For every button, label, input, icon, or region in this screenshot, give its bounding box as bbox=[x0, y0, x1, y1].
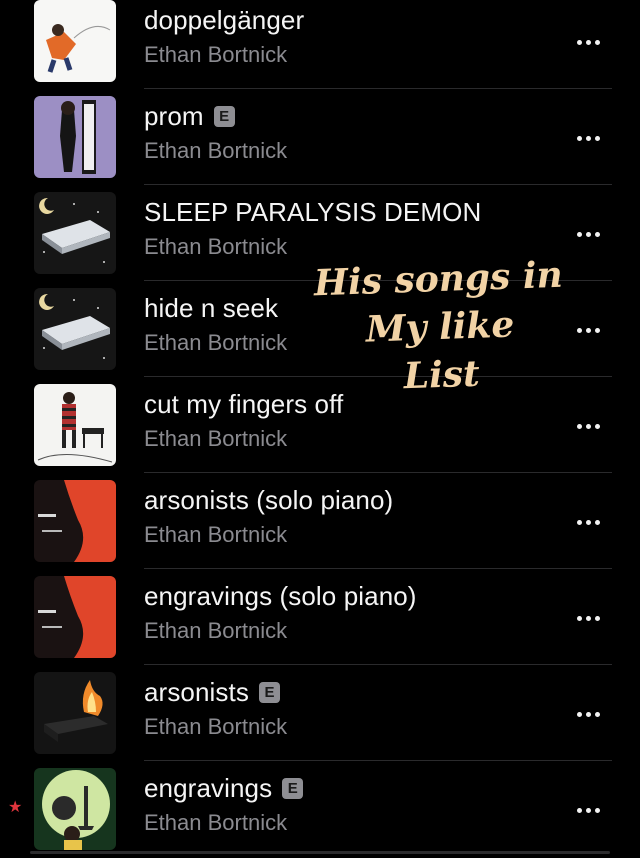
song-title: hide n seek bbox=[144, 292, 279, 323]
more-options-button[interactable] bbox=[568, 214, 608, 254]
song-artist: Ethan Bortnick bbox=[144, 330, 288, 355]
note-line: List bbox=[403, 352, 481, 398]
handwritten-note: His songs in My like List bbox=[298, 250, 583, 404]
song-title: SLEEP PARALYSIS DEMON bbox=[144, 196, 482, 227]
song-title: doppelgänger bbox=[144, 4, 305, 35]
note-line: His songs in bbox=[313, 253, 564, 305]
album-artwork bbox=[34, 96, 116, 178]
song-artist: Ethan Bortnick bbox=[144, 810, 288, 835]
song-artist: Ethan Bortnick bbox=[144, 138, 288, 163]
song-row[interactable]: prom E Ethan Bortnick bbox=[0, 90, 640, 186]
more-options-button[interactable] bbox=[568, 790, 608, 830]
song-title: engravings bbox=[144, 772, 273, 803]
song-title: arsonists bbox=[144, 676, 249, 707]
album-artwork bbox=[34, 192, 116, 274]
row-divider bbox=[144, 88, 612, 89]
song-artist: Ethan Bortnick bbox=[144, 426, 288, 451]
row-divider bbox=[144, 568, 612, 569]
explicit-badge: E bbox=[258, 681, 280, 703]
song-row[interactable]: doppelgänger Ethan Bortnick bbox=[0, 0, 640, 90]
album-artwork bbox=[34, 0, 116, 82]
more-options-button[interactable] bbox=[568, 406, 608, 446]
song-artist: Ethan Bortnick bbox=[144, 42, 288, 67]
explicit-badge: E bbox=[213, 105, 235, 127]
album-artwork bbox=[34, 480, 116, 562]
song-title: engravings (solo piano) bbox=[144, 580, 417, 611]
album-artwork bbox=[34, 384, 116, 466]
row-divider bbox=[144, 184, 612, 185]
row-divider bbox=[144, 760, 612, 761]
song-row[interactable]: arsonists (solo piano) Ethan Bortnick bbox=[0, 474, 640, 570]
song-title: prom bbox=[144, 100, 204, 131]
row-divider bbox=[144, 472, 612, 473]
explicit-badge: E bbox=[282, 777, 304, 799]
song-row[interactable]: engravings (solo piano) Ethan Bortnick bbox=[0, 570, 640, 666]
more-options-button[interactable] bbox=[568, 118, 608, 158]
song-title: arsonists (solo piano) bbox=[144, 484, 394, 515]
song-artist: Ethan Bortnick bbox=[144, 234, 288, 259]
star-icon: ★ bbox=[8, 799, 23, 816]
song-artist: Ethan Bortnick bbox=[144, 714, 288, 739]
album-artwork bbox=[34, 288, 116, 370]
more-options-button[interactable] bbox=[568, 22, 608, 62]
row-divider bbox=[144, 664, 612, 665]
song-artist: Ethan Bortnick bbox=[144, 618, 288, 643]
song-row[interactable]: arsonists E Ethan Bortnick bbox=[0, 666, 640, 762]
more-options-button[interactable] bbox=[568, 694, 608, 734]
more-options-button[interactable] bbox=[568, 598, 608, 638]
song-artist: Ethan Bortnick bbox=[144, 522, 288, 547]
more-options-button[interactable] bbox=[568, 502, 608, 542]
album-artwork bbox=[34, 672, 116, 754]
album-artwork bbox=[34, 576, 116, 658]
album-artwork bbox=[34, 768, 116, 850]
song-row[interactable]: ★ engravings E Ethan Bortnick bbox=[0, 762, 640, 858]
